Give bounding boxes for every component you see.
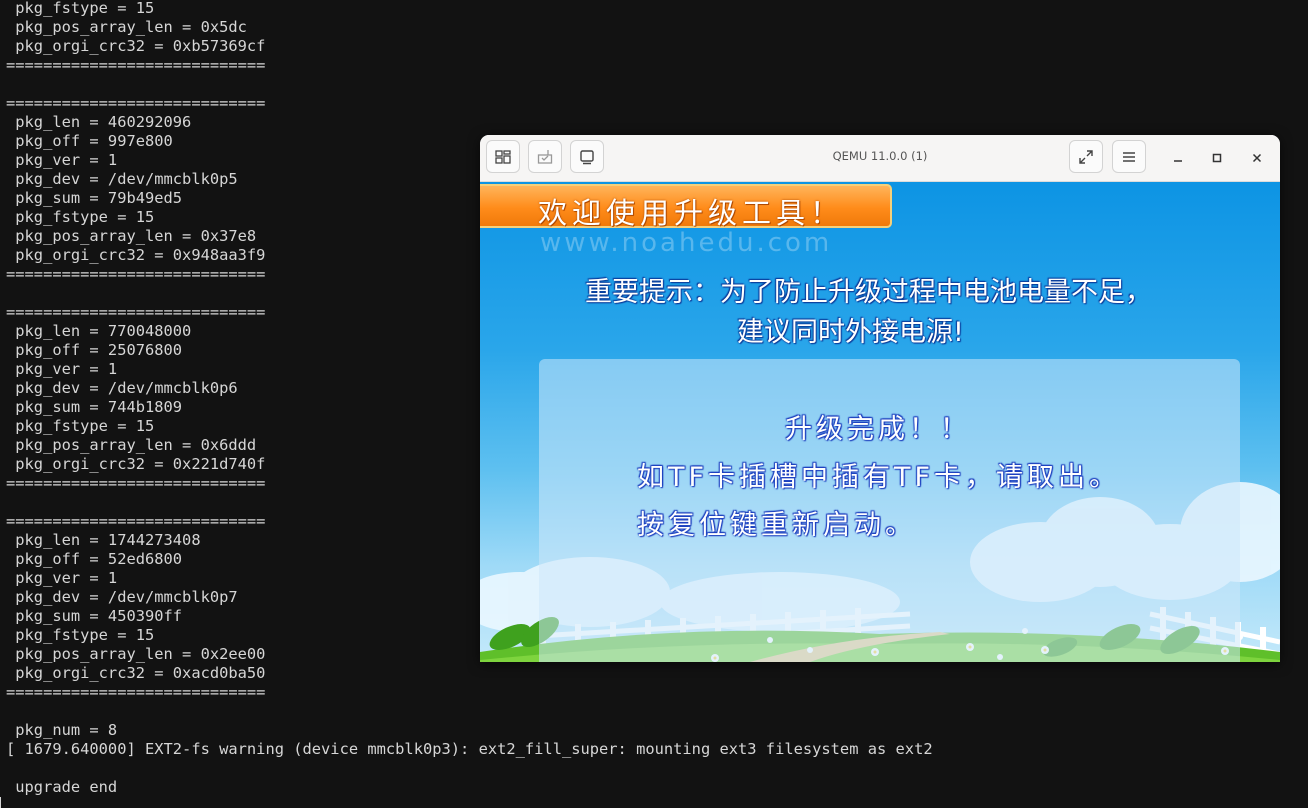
website-watermark: www.noahedu.com xyxy=(540,228,833,258)
notice-line-2: 建议同时外接电源! xyxy=(737,317,964,348)
fullscreen-button[interactable] xyxy=(1069,140,1103,173)
terminal-line: pkg_fstype = 15 xyxy=(6,0,155,17)
hamburger-menu-icon xyxy=(1122,151,1136,163)
maximize-button[interactable] xyxy=(1207,147,1227,167)
welcome-banner: 欢迎使用升级工具！ xyxy=(480,184,892,230)
window-title: QEMU 11.0.0 (1) xyxy=(832,149,928,163)
terminal-line: pkg_num = 8 xyxy=(6,721,118,739)
input-grab-button[interactable] xyxy=(528,140,562,173)
fullscreen-icon xyxy=(1078,149,1094,165)
terminal-line: ============================ xyxy=(6,94,266,112)
view-tabs-button[interactable] xyxy=(486,140,520,173)
terminal-line: pkg_len = 460292096 xyxy=(6,113,192,131)
close-button[interactable] xyxy=(1247,147,1267,167)
status-reset: 按复位键重新启动。 xyxy=(637,510,916,541)
close-icon xyxy=(1252,148,1262,167)
banner-title: 欢迎使用升级工具！ xyxy=(538,196,845,230)
qemu-window[interactable]: QEMU 11.0.0 (1) 欢迎使用升级工具！ www.noahedu.co… xyxy=(480,135,1280,662)
terminal-line: pkg_pos_array_len = 0x5dc xyxy=(6,18,247,36)
terminal-line: ============================ xyxy=(6,683,266,701)
status-complete: 升级完成！！ xyxy=(785,414,971,445)
guest-display[interactable]: 欢迎使用升级工具！ www.noahedu.com 重要提示：为了防止升级过程中… xyxy=(480,182,1280,662)
status-remove-card: 如TF卡插槽中插有TF卡，请取出。 xyxy=(637,462,1121,493)
terminal-line: pkg_orgi_crc32 = 0xacd0ba50 xyxy=(6,664,266,682)
terminal-line: pkg_orgi_crc32 = 0xb57369cf xyxy=(6,37,266,55)
minimize-button[interactable] xyxy=(1168,147,1188,167)
input-grab-icon xyxy=(537,149,553,165)
main-menu-button[interactable] xyxy=(1112,140,1146,173)
notice-line-1: 重要提示：为了防止升级过程中电池电量不足， xyxy=(585,277,1152,308)
minimize-icon xyxy=(1173,148,1183,167)
terminal-cursor xyxy=(0,797,1,808)
terminal-line: [ 1679.640000] EXT2-fs warning (device m… xyxy=(6,740,933,758)
window-titlebar[interactable]: QEMU 11.0.0 (1) xyxy=(480,135,1280,182)
maximize-icon xyxy=(1212,148,1222,167)
tabs-overview-icon xyxy=(495,149,511,164)
display-icon xyxy=(579,149,595,165)
terminal-line: ============================ xyxy=(6,56,266,74)
terminal-line: upgrade end xyxy=(6,778,118,796)
display-button[interactable] xyxy=(570,140,604,173)
